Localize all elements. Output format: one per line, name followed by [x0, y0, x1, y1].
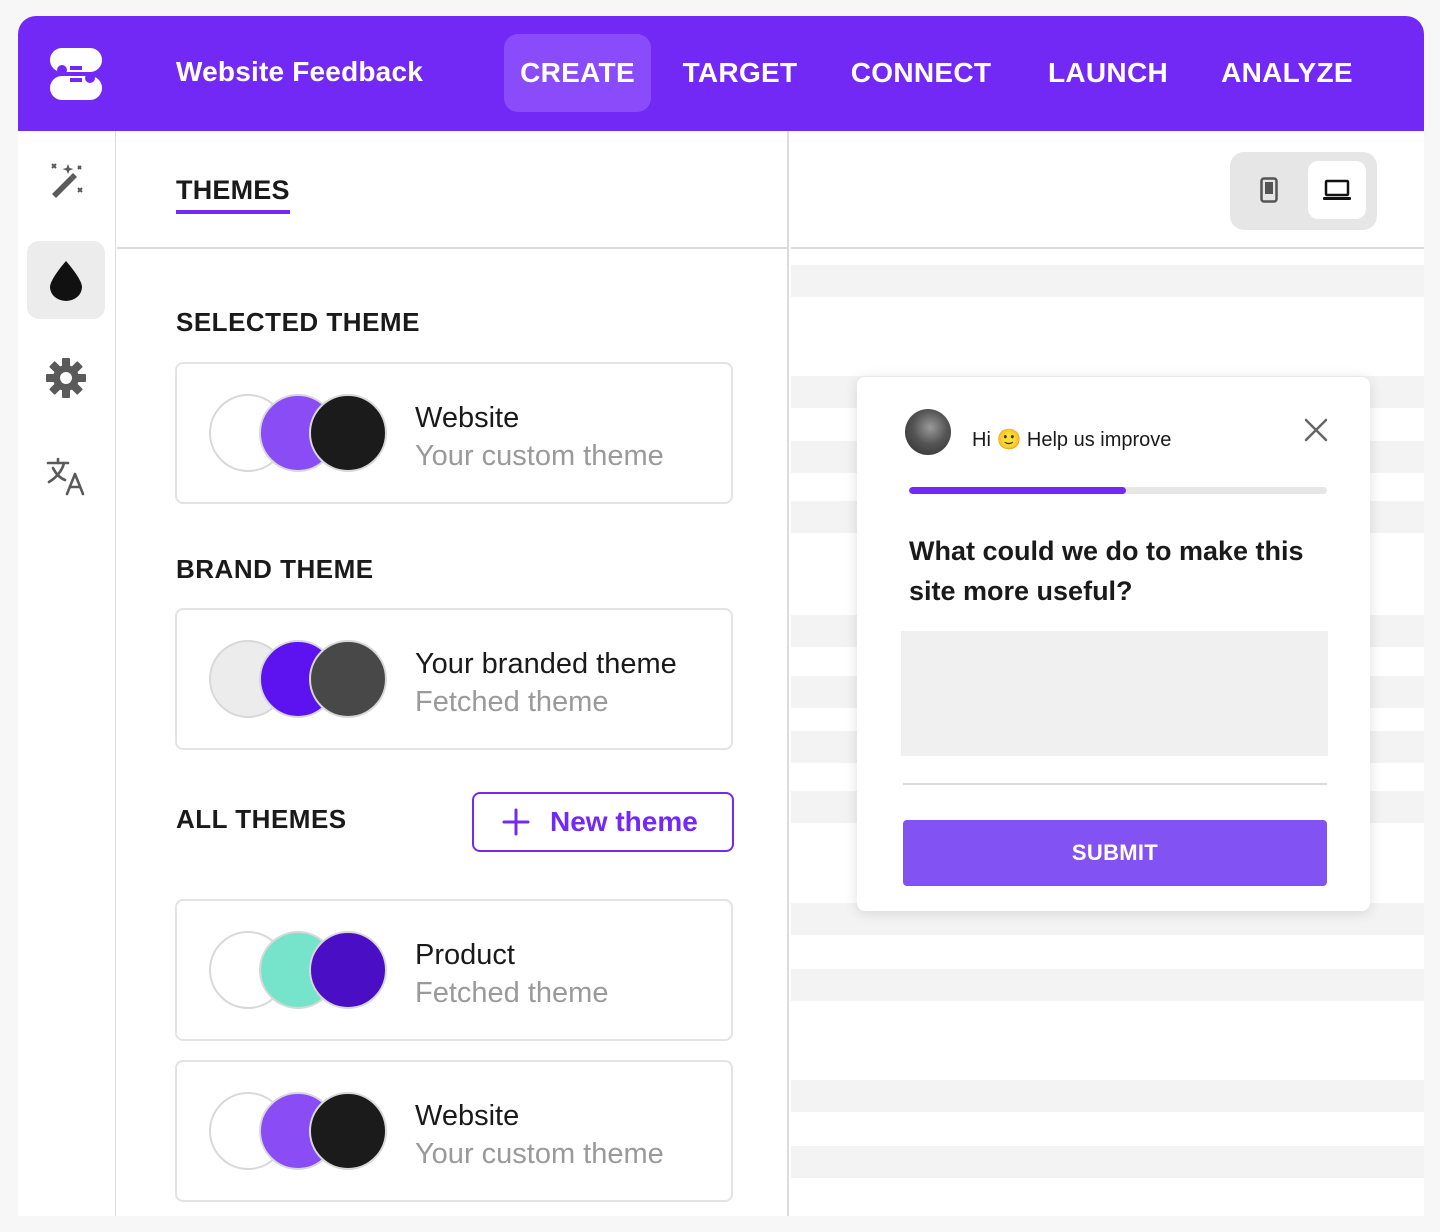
text-swatch	[309, 394, 387, 472]
answer-textarea[interactable]	[901, 631, 1328, 756]
desktop-preview-button[interactable]	[1308, 161, 1366, 219]
gear-icon	[46, 358, 86, 398]
theme-subtitle: Fetched theme	[415, 686, 609, 718]
magic-wand-icon	[51, 163, 83, 198]
rail-item-themes[interactable]	[27, 241, 105, 319]
theme-name: Product	[415, 939, 515, 971]
tab-target[interactable]: TARGET	[670, 34, 810, 112]
tab-analyze[interactable]: ANALYZE	[1208, 34, 1366, 112]
rail-item-settings[interactable]	[27, 339, 105, 417]
device-toggle	[1230, 152, 1377, 230]
brand-theme-card[interactable]: Your branded theme Fetched theme	[175, 608, 733, 750]
tab-connect[interactable]: CONNECT	[836, 34, 1006, 112]
survicate-logo-icon[interactable]	[48, 46, 104, 102]
theme-name: Website	[415, 402, 520, 434]
page-placeholder-stripe	[791, 1080, 1424, 1112]
avatar	[905, 409, 951, 455]
brand-theme-heading: BRAND THEME	[176, 554, 374, 584]
theme-name: Your branded theme	[415, 648, 677, 680]
survey-widget: Hi 🙂 Help us improve What could we do to…	[857, 377, 1370, 911]
theme-card-website[interactable]: Website Your custom theme	[175, 1060, 733, 1202]
selected-theme-heading: SELECTED THEME	[176, 307, 420, 337]
preview-header	[791, 131, 1424, 249]
app-window: Website Feedback CREATE TARGET CONNECT L…	[18, 16, 1424, 1216]
survey-progress-bar	[909, 487, 1327, 494]
progress-fill	[909, 487, 1127, 494]
theme-subtitle: Your custom theme	[415, 1138, 664, 1170]
theme-card-product[interactable]: Product Fetched theme	[175, 899, 733, 1041]
page-placeholder-stripe	[791, 969, 1424, 1001]
divider	[903, 783, 1327, 785]
new-theme-button[interactable]: New theme	[472, 792, 734, 852]
translate-icon	[46, 457, 85, 496]
tab-create[interactable]: CREATE	[504, 34, 651, 112]
drop-icon	[50, 261, 82, 301]
theme-swatches	[209, 394, 389, 474]
all-themes-heading: ALL THEMES	[176, 804, 347, 834]
plus-icon	[502, 808, 530, 836]
new-theme-label: New theme	[550, 806, 698, 837]
close-icon[interactable]	[1303, 417, 1329, 443]
survey-preview: Hi 🙂 Help us improve What could we do to…	[791, 131, 1424, 1216]
page-placeholder-stripe	[791, 265, 1424, 297]
tab-themes[interactable]: THEMES	[176, 175, 290, 214]
panel-header: THEMES	[117, 131, 789, 249]
rail-item-translations[interactable]	[27, 437, 105, 515]
top-nav-bar: Website Feedback CREATE TARGET CONNECT L…	[18, 16, 1424, 131]
themes-panel: THEMES SELECTED THEME Website Your custo…	[117, 131, 789, 1216]
selected-theme-card[interactable]: Website Your custom theme	[175, 362, 733, 504]
mobile-preview-button[interactable]	[1240, 161, 1298, 219]
theme-subtitle: Fetched theme	[415, 977, 609, 1009]
text-swatch	[309, 931, 387, 1009]
submit-button[interactable]: SUBMIT	[903, 820, 1327, 886]
tool-rail	[18, 131, 116, 1216]
survey-title[interactable]: Website Feedback	[176, 56, 423, 88]
tab-launch[interactable]: LAUNCH	[1034, 34, 1182, 112]
rail-item-content[interactable]	[27, 141, 105, 219]
theme-swatches	[209, 1092, 389, 1172]
survey-question: What could we do to make this site more …	[909, 536, 1304, 606]
theme-name: Website	[415, 1100, 520, 1132]
page-placeholder-stripe	[791, 1146, 1424, 1178]
laptop-icon	[1323, 179, 1351, 200]
mobile-icon	[1260, 177, 1278, 203]
text-swatch	[309, 640, 387, 718]
theme-subtitle: Your custom theme	[415, 440, 664, 472]
survey-greeting: Hi 🙂 Help us improve	[972, 429, 1172, 451]
text-swatch	[309, 1092, 387, 1170]
theme-swatches	[209, 640, 389, 720]
theme-swatches	[209, 931, 389, 1011]
